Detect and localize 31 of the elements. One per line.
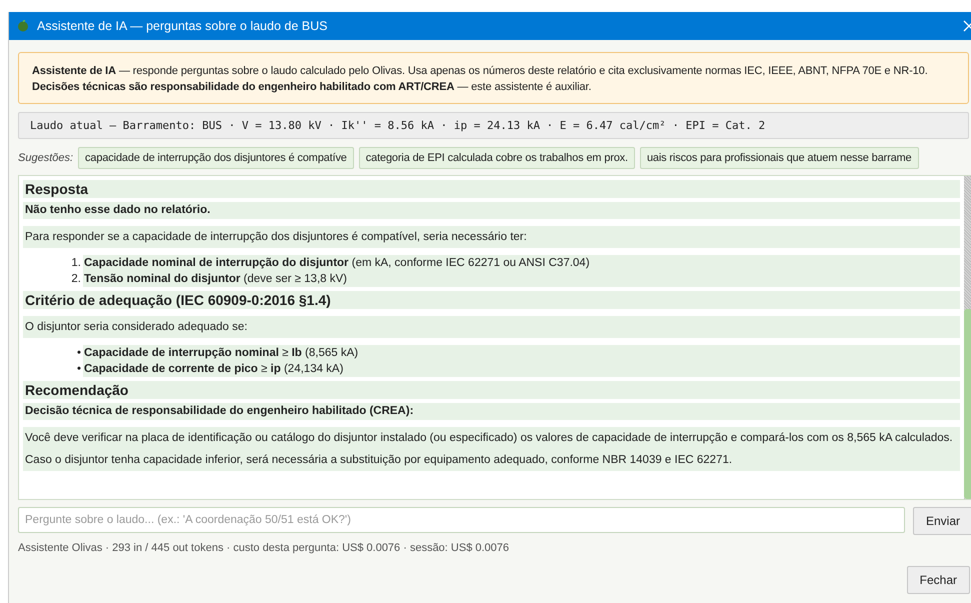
list-item: Capacidade de interrupção nominal ≥ Ib (8,565 kA): [83, 345, 960, 361]
suggestion-chip[interactable]: uais riscos para profissionais que atuem nesse barrame: [640, 147, 919, 169]
list-marker: 2.: [70, 272, 82, 287]
answer-text: Você deve verificar na placa de identificação ou catálogo do disjuntor instalado (ou especificado) os valores de capacidade de interrupção e compará-los com os 8,565 kA calculados. Caso o disjuntor tenha capacidade inferior, será necessária a substituição por equipamento adequado, conforme NBR 14039 e IEC 62271.: [23, 427, 960, 471]
list-item: Capacidade nominal de interrupção do disjuntor (em kA, conforme IEC 62271 ou ANSI C37.04): [83, 255, 960, 271]
status-text: Assistente Olivas · 293 in / 445 out tokens · custo desta pergunta: US$ 0.0076 · sessão: US$ 0.0076: [18, 542, 510, 554]
suggestion-chip[interactable]: categoria de EPI calculada cobre os trabalhos em prox.: [358, 147, 635, 169]
answer-text: Decisão técnica de responsabilidade do engenheiro habilitado (CREA):: [23, 403, 960, 420]
close-button[interactable]: Fechar: [906, 566, 970, 594]
question-field[interactable]: Pergunte sobre o laudo... (ex.: 'A coordenação 50/51 está OK?'): [18, 507, 905, 533]
window-title: Assistente de IA — perguntas sobre o laudo de BUS: [37, 19, 328, 33]
section-heading: Critério de adequação (IEC 60909-0:2016 §1.4): [23, 291, 960, 309]
section-heading: Recomendação: [23, 381, 960, 399]
scrollbar-thumb[interactable]: [964, 309, 971, 499]
answer-text: Não tenho esse dado no relatório.: [23, 202, 960, 219]
report-summary: Laudo atual — Barramento: BUS · V = 13.80 kV · Ik'' = 8.56 kA · ip = 24.13 kA · E = 6.47 cal/cm² · EPI = Cat. 2: [18, 112, 969, 139]
answer-text: O disjuntor seria considerado adequado se:: [23, 316, 960, 338]
suggestions-label: Sugestões:: [18, 152, 74, 164]
notice-text: Decisões técnicas são responsabilidade do engenheiro habilitado com ART/CREA — este assistente é auxiliar.: [32, 80, 592, 95]
send-button[interactable]: Enviar: [912, 507, 971, 535]
list-item: Capacidade de corrente de pico ≥ ip (24,134 kA): [83, 361, 960, 377]
answer-text: Para responder se a capacidade de interrupção dos disjuntores é compatível, seria necessário ter:: [23, 226, 960, 248]
list-marker: •: [76, 346, 82, 361]
scrollbar[interactable]: [964, 176, 971, 499]
list-marker: 1.: [70, 256, 82, 271]
section-heading: Resposta: [23, 180, 960, 198]
list-marker: •: [76, 362, 82, 377]
suggestion-chip[interactable]: capacidade de interrupção dos disjuntores é compatíve: [78, 147, 354, 169]
app-icon: [17, 20, 29, 32]
list-item: Tensão nominal do disjuntor (deve ser ≥ 13,8 kV): [83, 271, 960, 287]
notice-text: Assistente de IA — responde perguntas sobre o laudo calculado pelo Olivas. Usa apenas os números deste relatório e cita exclusivamente normas IEC, IEEE, ABNT, NFPA 70E e NR-10.: [32, 64, 929, 79]
